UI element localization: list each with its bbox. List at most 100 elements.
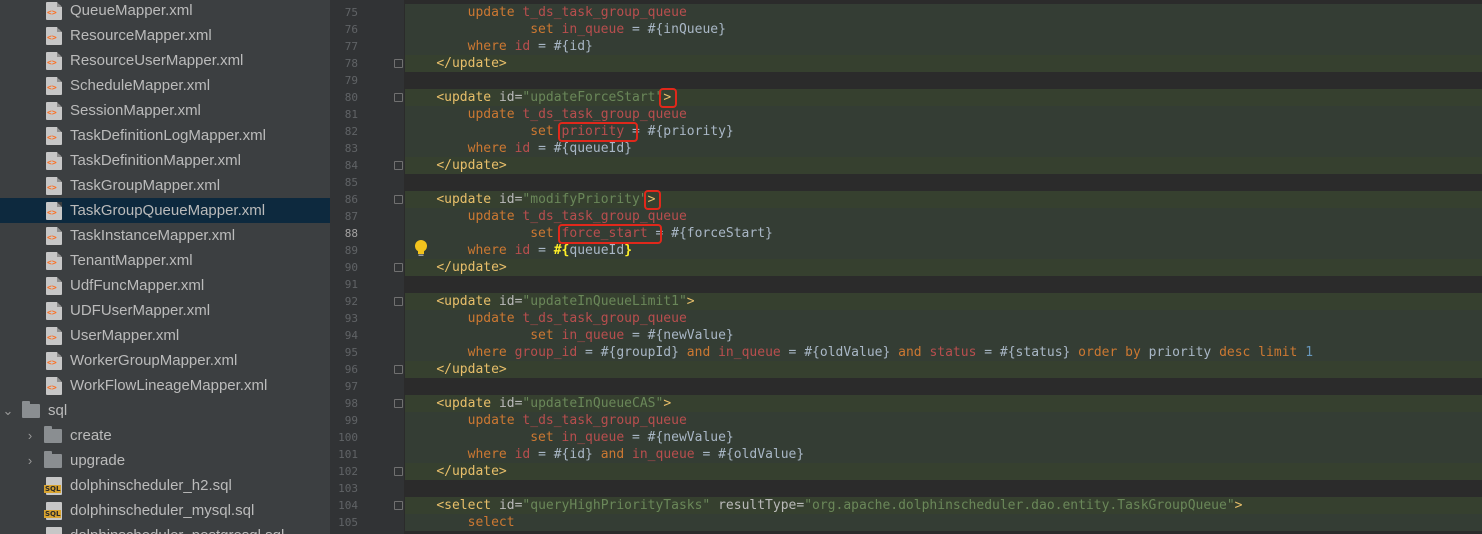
code-line[interactable] — [405, 174, 1482, 191]
code-line[interactable] — [405, 480, 1482, 497]
tree-item[interactable]: <> UDFUserMapper.xml — [0, 298, 330, 323]
code-line[interactable]: update t_ds_task_group_queue — [405, 4, 1482, 21]
code-token: <update — [436, 396, 499, 411]
fold-marker-icon[interactable] — [394, 365, 403, 374]
tree-item[interactable]: <> TaskGroupQueueMapper.xml — [0, 198, 330, 223]
code-token: "org.apache.dolphinscheduler.dao.entity.… — [804, 498, 1235, 513]
tree-item-label: UserMapper.xml — [70, 327, 180, 344]
code-line[interactable]: </update> — [405, 259, 1482, 276]
code-line[interactable]: where id = #{queueId} — [405, 242, 1482, 259]
line-number: 104 — [338, 499, 358, 512]
xml-file-icon: <> — [46, 301, 62, 320]
code-line[interactable] — [405, 276, 1482, 293]
code-line[interactable]: </update> — [405, 157, 1482, 174]
code-line[interactable]: where group_id = #{groupId} and in_queue… — [405, 344, 1482, 361]
fold-marker-icon[interactable] — [394, 195, 403, 204]
line-number: 78 — [344, 57, 358, 70]
code-token: id — [514, 141, 531, 156]
tree-item[interactable]: <> UdfFuncMapper.xml — [0, 273, 330, 298]
code-line[interactable] — [405, 72, 1482, 89]
code-line[interactable]: set in_queue = #{newValue} — [405, 429, 1482, 446]
chevron-right-icon[interactable]: › — [22, 453, 38, 468]
code-line[interactable]: update t_ds_task_group_queue — [405, 106, 1482, 123]
line-number: 77 — [344, 40, 358, 53]
tree-item[interactable]: <> TaskInstanceMapper.xml — [0, 223, 330, 248]
code-token: update — [467, 209, 523, 224]
tree-item[interactable]: SQL dolphinscheduler_mysql.sql — [0, 498, 330, 523]
code-line[interactable] — [405, 378, 1482, 395]
code-line[interactable]: <update id="updateInQueueCAS"> — [405, 395, 1482, 412]
code-token: set — [530, 328, 562, 343]
code-token: "updateForceStart" — [522, 90, 664, 105]
tree-item[interactable]: <> ResourceUserMapper.xml — [0, 48, 330, 73]
tree-item[interactable]: ⌄ sql — [0, 398, 330, 423]
code-line[interactable]: set in_queue = #{inQueue} — [405, 21, 1482, 38]
tree-item[interactable]: › upgrade — [0, 448, 330, 473]
fold-marker-icon[interactable] — [394, 399, 403, 408]
code-line[interactable]: where id = #{id} — [405, 38, 1482, 55]
code-line[interactable]: </update> — [405, 55, 1482, 72]
fold-marker-icon[interactable] — [394, 467, 403, 476]
code-line[interactable]: <update id="updateInQueueLimit1"> — [405, 293, 1482, 310]
tree-item[interactable]: <> TaskDefinitionMapper.xml — [0, 148, 330, 173]
code-token: where — [467, 447, 515, 462]
code-token: = #{oldValue} — [694, 447, 805, 462]
code-line[interactable]: where id = #{queueId} — [405, 140, 1482, 157]
code-line[interactable]: update t_ds_task_group_queue — [405, 412, 1482, 429]
code-line[interactable]: update t_ds_task_group_queue — [405, 310, 1482, 327]
code-token: in_queue — [632, 447, 695, 462]
fold-marker-icon[interactable] — [394, 263, 403, 272]
fold-marker-icon[interactable] — [394, 59, 403, 68]
tree-item[interactable]: SQL dolphinscheduler_h2.sql — [0, 473, 330, 498]
code-token: status — [929, 345, 977, 360]
tree-item[interactable]: › create — [0, 423, 330, 448]
fold-marker-icon[interactable] — [394, 297, 403, 306]
line-number: 100 — [338, 431, 358, 444]
code-line[interactable]: </update> — [405, 463, 1482, 480]
tree-item[interactable]: <> QueueMapper.xml — [0, 0, 330, 23]
code-line[interactable]: <select id="queryHighPriorityTasks" resu… — [405, 497, 1482, 514]
lightbulb-icon[interactable] — [413, 239, 429, 257]
tree-item[interactable]: <> ResourceMapper.xml — [0, 23, 330, 48]
code-line[interactable]: select — [405, 514, 1482, 531]
code-token: queueId — [569, 243, 625, 258]
code-line[interactable]: where id = #{id} and in_queue = #{oldVal… — [405, 446, 1482, 463]
tree-item-label: UDFUserMapper.xml — [70, 302, 211, 319]
tree-item[interactable]: <> ScheduleMapper.xml — [0, 73, 330, 98]
tree-item[interactable]: <> TenantMapper.xml — [0, 248, 330, 273]
code-token: and — [686, 345, 719, 360]
code-line[interactable]: <update id="updateForceStart"> — [405, 89, 1482, 106]
code-token: </update> — [436, 362, 507, 377]
chevron-right-icon[interactable]: › — [22, 428, 38, 443]
code-line[interactable]: </update> — [405, 361, 1482, 378]
tree-item[interactable]: <> SessionMapper.xml — [0, 98, 330, 123]
code-token: set — [530, 22, 562, 37]
xml-file-icon: <> — [46, 1, 62, 20]
code-token: id= — [498, 192, 523, 207]
code-token: id — [514, 39, 531, 54]
tree-item[interactable]: <> WorkerGroupMapper.xml — [0, 348, 330, 373]
tree-item[interactable]: <> UserMapper.xml — [0, 323, 330, 348]
code-editor[interactable]: 75 76 77 78 79 80 81 82 83 84 85 86 87 88 89 90 91 92 93 94… — [330, 0, 1482, 534]
tree-item[interactable]: <> TaskGroupMapper.xml — [0, 173, 330, 198]
tree-item[interactable]: SQL dolphinscheduler_postgresql.sql — [0, 523, 330, 534]
code-token: id= — [498, 294, 523, 309]
code-token: group_id — [514, 345, 578, 360]
code-token: in_queue — [561, 328, 625, 343]
fold-marker-icon[interactable] — [394, 161, 403, 170]
code-line[interactable]: <update id="modifyPriority"> — [405, 191, 1482, 208]
fold-marker-icon[interactable] — [394, 93, 403, 102]
code-line[interactable]: update t_ds_task_group_queue — [405, 208, 1482, 225]
tree-item[interactable]: <> WorkFlowLineageMapper.xml — [0, 373, 330, 398]
project-tree[interactable]: <> QueueMapper.xml <> ResourceMapper.xml <> R… — [0, 0, 330, 534]
code-token: = #{newValue} — [624, 430, 734, 445]
tree-item[interactable]: <> TaskDefinitionLogMapper.xml — [0, 123, 330, 148]
fold-marker-icon[interactable] — [394, 501, 403, 510]
chevron-down-icon[interactable]: ⌄ — [0, 403, 16, 419]
code-line[interactable]: set in_queue = #{newValue} — [405, 327, 1482, 344]
